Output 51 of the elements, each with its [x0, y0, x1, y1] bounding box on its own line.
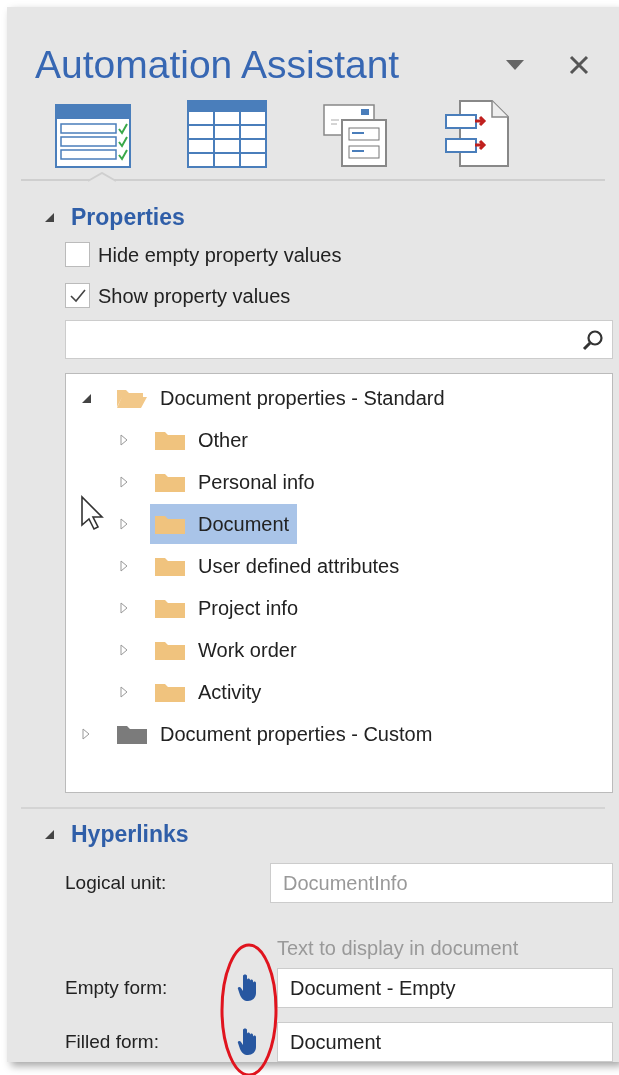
collapse-triangle-icon[interactable] — [43, 211, 55, 223]
hint-text: Text to display in document — [277, 936, 520, 961]
table-icon — [187, 100, 267, 169]
tree-item[interactable]: Activity — [150, 672, 270, 712]
section-title: Hyperlinks — [71, 819, 189, 849]
tree-item[interactable]: Project info — [150, 588, 307, 628]
pane-title: Automation Assistant — [35, 41, 401, 88]
tree-item[interactable]: Other — [150, 420, 257, 460]
display-text-field[interactable]: Document - Empty — [277, 968, 613, 1008]
folder-icon — [154, 639, 186, 661]
tree-item[interactable]: Document — [150, 504, 298, 544]
folder-icon — [116, 723, 148, 745]
tree-item[interactable]: Work order — [150, 630, 305, 670]
checkbox[interactable] — [65, 283, 90, 308]
expand-triangle-icon[interactable] — [118, 644, 130, 656]
logical-unit-field[interactable]: DocumentInfo — [270, 863, 613, 903]
field-label: Filled form: — [65, 1029, 160, 1054]
folder-icon — [154, 597, 186, 619]
expand-triangle-icon[interactable] — [118, 518, 130, 530]
expand-triangle-icon[interactable] — [80, 728, 92, 740]
field-label: Empty form: — [65, 975, 169, 1000]
collapse-triangle-icon[interactable] — [80, 392, 92, 404]
folder-icon — [154, 555, 186, 577]
mouse-pointer-icon — [80, 495, 106, 531]
checkbox-label: Hide empty property values — [98, 242, 342, 268]
checkbox[interactable] — [65, 242, 90, 267]
folder-icon — [154, 513, 186, 535]
folder-icon — [154, 429, 186, 451]
tree-item[interactable]: User defined attributes — [150, 546, 408, 586]
expand-triangle-icon[interactable] — [118, 434, 130, 446]
stacked-forms-icon — [323, 104, 389, 169]
display-text-field[interactable]: Document — [277, 1022, 613, 1062]
document-arrows-icon — [445, 100, 511, 169]
tree-item[interactable]: Personal info — [150, 462, 323, 502]
field-label: Logical unit: — [65, 870, 168, 895]
collapse-triangle-icon[interactable] — [43, 828, 55, 840]
search-field[interactable] — [65, 320, 613, 359]
checkmark-icon — [69, 288, 86, 303]
tree-item[interactable]: Document properties - Standard — [112, 378, 453, 418]
expand-triangle-icon[interactable] — [118, 476, 130, 488]
expand-triangle-icon[interactable] — [118, 560, 130, 572]
open-folder-icon — [116, 387, 148, 409]
section-title: Properties — [71, 202, 185, 232]
expand-triangle-icon[interactable] — [118, 602, 130, 614]
form-checklist-icon — [55, 104, 131, 169]
checkbox-label: Show property values — [98, 283, 291, 309]
expand-triangle-icon[interactable] — [118, 686, 130, 698]
folder-icon — [154, 471, 186, 493]
folder-icon — [154, 681, 186, 703]
tree-item[interactable]: Document properties - Custom — [112, 714, 441, 754]
search-icon — [582, 328, 604, 351]
